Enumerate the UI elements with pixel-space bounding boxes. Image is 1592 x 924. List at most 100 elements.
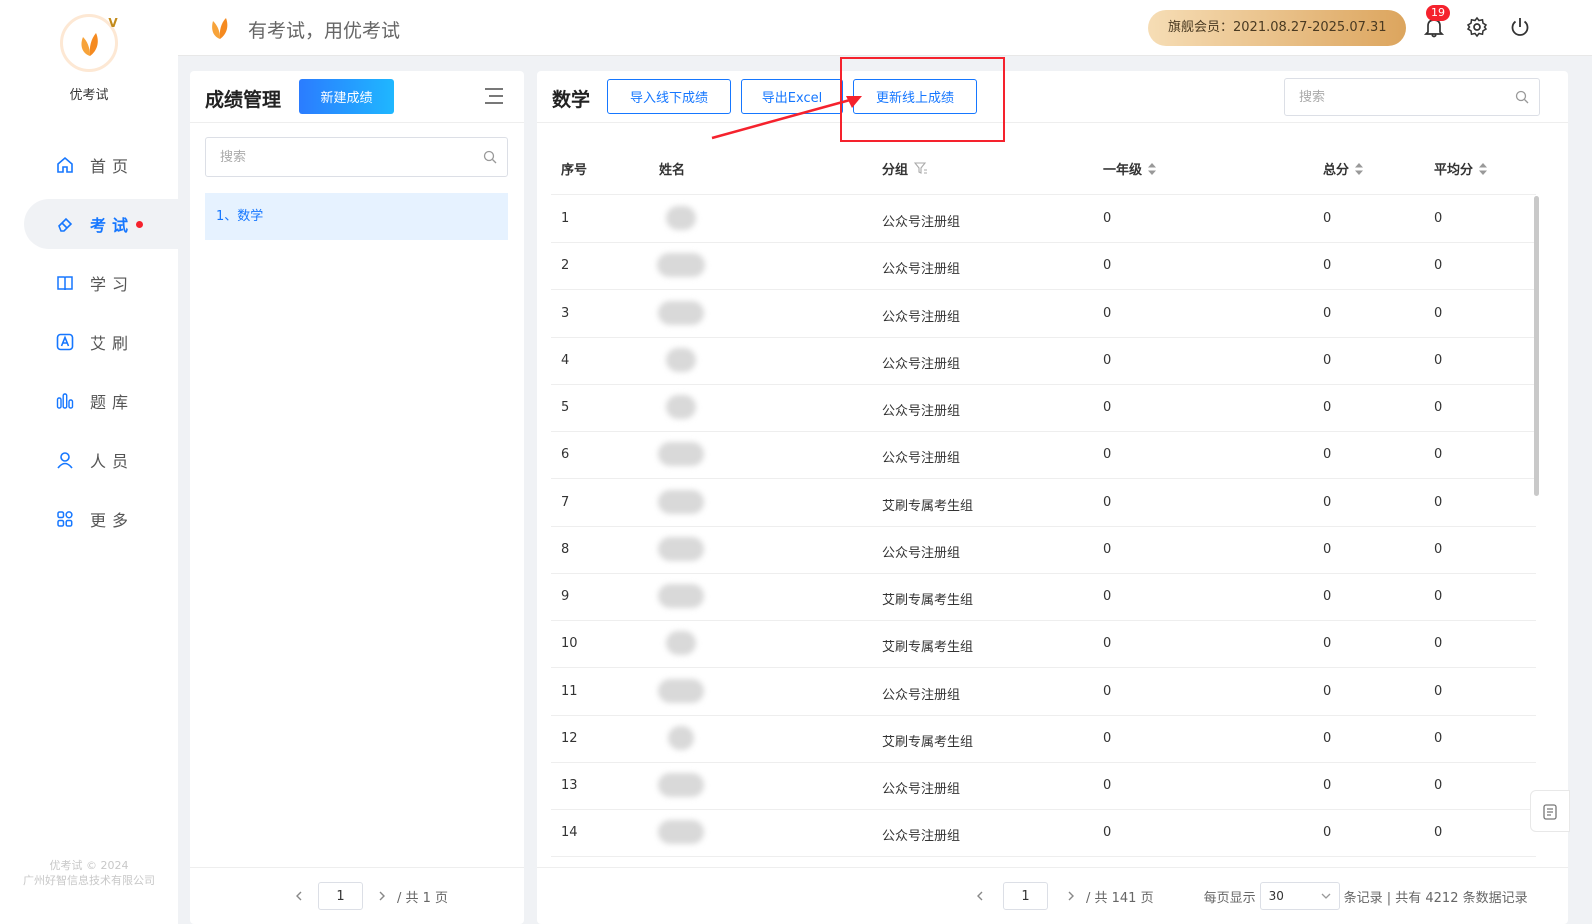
- cell-group: 公众号注册组: [882, 404, 961, 419]
- page-size-select[interactable]: 30: [1259, 882, 1340, 910]
- search-icon[interactable]: [483, 150, 497, 164]
- cell-group: 公众号注册组: [882, 829, 961, 845]
- student-search-box[interactable]: [1284, 78, 1540, 116]
- sidebar-item-label: 首页: [90, 157, 135, 176]
- chevron-right-icon[interactable]: [377, 890, 387, 902]
- table-row[interactable]: 8 公众号注册组 0 0 0: [551, 527, 1536, 574]
- cell-group: 公众号注册组: [882, 215, 961, 230]
- sidebar-item-aishua[interactable]: 艾刷: [0, 317, 178, 367]
- sort-icon[interactable]: [1479, 162, 1488, 175]
- power-icon[interactable]: [1509, 16, 1531, 38]
- cell-group: 公众号注册组: [882, 545, 961, 561]
- score-table-body: 1 公众号注册组 0 0 0 2 公众号注册组 0 0 0 3 公众号注册组 0 0 0 4 公众号注册组 0 0 0…: [551, 196, 1536, 866]
- cell-no: 8: [561, 541, 570, 557]
- cell-grade1: 0: [1103, 258, 1112, 274]
- column-label: 总分: [1323, 163, 1350, 178]
- new-score-button[interactable]: 新建成绩: [299, 79, 394, 114]
- cell-grade1: 0: [1103, 447, 1112, 463]
- notification-dot: [136, 220, 144, 228]
- exam-list-item[interactable]: 1、数学: [205, 193, 508, 240]
- table-row[interactable]: 4 公众号注册组 0 0 0: [551, 338, 1536, 385]
- table-row[interactable]: 13 公众号注册组 0 0 0: [551, 763, 1536, 810]
- chevron-right-icon[interactable]: [1066, 890, 1076, 902]
- score-list-panel: 成绩管理 新建成绩 1、数学 / 共 1 页: [190, 71, 524, 924]
- redacted-name: [657, 253, 705, 278]
- sidebar-item-label: 考试: [90, 216, 135, 235]
- cell-grade1: 0: [1103, 778, 1112, 793]
- table-row[interactable]: 14 公众号注册组 0 0 0: [551, 810, 1536, 858]
- cell-total: 0: [1323, 636, 1332, 652]
- redacted-name: [666, 206, 696, 230]
- table-row[interactable]: 5 公众号注册组 0 0 0: [551, 385, 1536, 432]
- filter-icon[interactable]: [914, 162, 928, 175]
- a-badge-icon: [56, 333, 74, 351]
- leaf-logo-icon: [81, 33, 98, 56]
- app-logo[interactable]: V: [60, 14, 118, 72]
- cell-total: 0: [1323, 683, 1332, 699]
- chevron-left-icon[interactable]: [294, 890, 304, 902]
- column-header-total[interactable]: 总分: [1323, 159, 1364, 178]
- cell-group: 艾刷专属考生组: [882, 498, 974, 514]
- sort-icon[interactable]: [1355, 162, 1364, 175]
- cell-total: 0: [1323, 400, 1332, 415]
- sidebar-item-home[interactable]: 首页: [0, 140, 178, 190]
- gear-icon[interactable]: [1466, 16, 1488, 38]
- sidebar-item-label: 题库: [90, 393, 135, 412]
- table-row[interactable]: 1 公众号注册组 0 0 0: [551, 196, 1536, 243]
- sidebar-item-more[interactable]: 更多: [0, 494, 178, 544]
- page-number-input[interactable]: [1003, 882, 1048, 910]
- sidebar-item-study[interactable]: 学习: [0, 258, 178, 308]
- cell-group: 艾刷专属考生组: [882, 640, 974, 656]
- column-header-grade1[interactable]: 一年级: [1103, 159, 1157, 178]
- membership-badge[interactable]: 旗舰会员：2021.08.27-2025.07.31: [1148, 10, 1406, 46]
- score-search-input[interactable]: [206, 138, 462, 176]
- chevron-left-icon[interactable]: [975, 890, 985, 902]
- table-scrollbar[interactable]: [1534, 196, 1539, 496]
- bars-icon: [56, 393, 74, 409]
- table-row[interactable]: 3 公众号注册组 0 0 0: [551, 291, 1536, 338]
- top-bar: 有考试，用优考试 旗舰会员：2021.08.27-2025.07.31 19: [178, 0, 1592, 56]
- cell-average: 0: [1434, 305, 1443, 321]
- page-number-input[interactable]: [318, 882, 363, 910]
- table-header: 序号 姓名 分组 一年级 总分 平均分: [551, 142, 1536, 195]
- panel-header: 数学 导入线下成绩 导出Excel 更新线上成绩: [537, 71, 1568, 123]
- cell-grade1: 0: [1103, 589, 1112, 604]
- sidebar-item-exam[interactable]: 考试: [24, 199, 178, 249]
- cell-group: 公众号注册组: [882, 356, 961, 372]
- search-icon[interactable]: [1515, 90, 1529, 104]
- sort-icon[interactable]: [1148, 162, 1157, 175]
- cell-total: 0: [1323, 778, 1332, 793]
- sidebar-item-question-bank[interactable]: 题库: [0, 376, 178, 426]
- score-search-box[interactable]: [205, 137, 508, 177]
- cell-total: 0: [1323, 589, 1332, 604]
- vip-crown-icon: V: [108, 16, 118, 30]
- table-row[interactable]: 10 艾刷专属考生组 0 0 0: [551, 621, 1536, 669]
- column-header-average[interactable]: 平均分: [1434, 159, 1488, 178]
- table-row[interactable]: 6 公众号注册组 0 0 0: [551, 432, 1536, 480]
- cell-no: 7: [561, 494, 570, 510]
- table-row[interactable]: 7 艾刷专属考生组 0 0 0: [551, 480, 1536, 527]
- sidebar-item-label: 更多: [90, 511, 135, 530]
- column-header-group[interactable]: 分组: [882, 159, 928, 178]
- cell-no: 6: [561, 447, 570, 463]
- cell-grade1: 0: [1103, 636, 1112, 652]
- table-row[interactable]: 11 公众号注册组 0 0 0: [551, 669, 1536, 716]
- sidebar-item-people[interactable]: 人员: [0, 435, 178, 485]
- menu-collapse-icon[interactable]: [484, 87, 504, 105]
- cell-group: 艾刷专属考生组: [882, 734, 974, 750]
- cell-total: 0: [1323, 211, 1332, 226]
- cell-group: 艾刷专属考生组: [882, 593, 974, 608]
- floating-doc-button[interactable]: [1530, 790, 1570, 832]
- table-row[interactable]: 9 艾刷专属考生组 0 0 0: [551, 574, 1536, 621]
- student-search-input[interactable]: [1285, 79, 1501, 115]
- column-header-name: 姓名: [659, 159, 685, 178]
- home-icon: [57, 156, 73, 173]
- redacted-name: [666, 631, 696, 656]
- total-pages: / 共 141 页: [1086, 890, 1154, 906]
- table-row[interactable]: 2 公众号注册组 0 0 0: [551, 243, 1536, 291]
- redacted-name: [658, 773, 704, 797]
- cell-total: 0: [1323, 305, 1332, 321]
- cell-grade1: 0: [1103, 494, 1112, 510]
- record-summary: 条记录 | 共有 4212 条数据记录: [1343, 890, 1528, 906]
- table-row[interactable]: 12 艾刷专属考生组 0 0 0: [551, 716, 1536, 763]
